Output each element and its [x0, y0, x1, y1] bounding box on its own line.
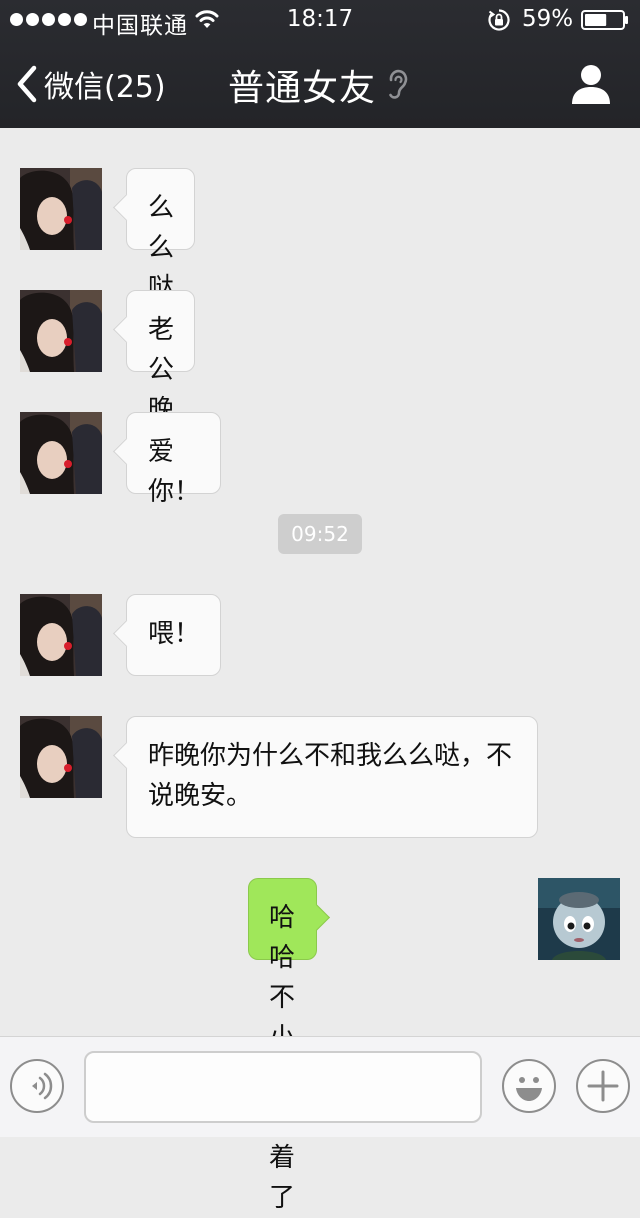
message-text: 爱你！: [148, 437, 201, 507]
contact-avatar[interactable]: [20, 412, 102, 494]
chat-title: 普通女友: [228, 60, 410, 110]
header: 中国联通 18:17 59% 微信(25) 普通女友: [0, 0, 640, 128]
contact-avatar[interactable]: [20, 716, 102, 798]
earpiece-mode-icon: [389, 69, 408, 99]
my-avatar[interactable]: [538, 878, 620, 960]
contact-avatar-image: [20, 290, 102, 372]
message-bubble[interactable]: 爱你！: [126, 412, 221, 507]
profile-icon[interactable]: [570, 62, 612, 106]
contact-avatar-image: [20, 594, 102, 676]
message-bubble[interactable]: 老公晚安~: [126, 290, 196, 505]
nav-title: 普通女友: [228, 68, 377, 109]
contact-avatar-image: [20, 412, 102, 494]
my-avatar-image: [538, 878, 620, 960]
emoji-button[interactable]: [502, 1059, 556, 1113]
nav-bar: 微信(25) 普通女友: [0, 40, 640, 128]
plus-icon: [587, 1070, 619, 1102]
battery-percent: 59%: [522, 6, 574, 32]
back-chevron-icon: [17, 65, 37, 103]
back-button[interactable]: 微信(25): [14, 60, 166, 108]
contact-avatar[interactable]: [20, 168, 102, 250]
more-options-button[interactable]: [576, 1059, 630, 1113]
input-bar: [0, 1036, 640, 1137]
message-bubble[interactable]: 哈哈不小心睡着了: [248, 878, 318, 1213]
message-bubble[interactable]: 喂！: [126, 594, 222, 676]
contact-avatar[interactable]: [20, 594, 102, 676]
orientation-lock-icon: [488, 9, 510, 31]
status-bar: 中国联通 18:17 59%: [0, 0, 640, 40]
voice-input-button[interactable]: [10, 1059, 64, 1113]
message-timestamp: 09:52: [278, 514, 362, 554]
message-input[interactable]: [84, 1051, 482, 1123]
emoji-icon: [516, 1077, 542, 1101]
message-bubble[interactable]: 么么哒~: [126, 168, 196, 343]
message-text: 昨晚你为什么不和我么么哒，不说晚安。: [148, 741, 513, 811]
contact-avatar-image: [20, 168, 102, 250]
contact-avatar-image: [20, 716, 102, 798]
message-text: 喂！: [148, 619, 201, 649]
back-label: 微信(25): [44, 70, 166, 105]
message-bubble[interactable]: 昨晚你为什么不和我么么哒，不说晚安。: [126, 716, 538, 838]
contact-avatar[interactable]: [20, 290, 102, 372]
voice-input-icon: [32, 1072, 53, 1100]
chat-area[interactable]: 么么哒~ 老公晚安~: [0, 128, 640, 1213]
battery-icon: [581, 10, 628, 30]
